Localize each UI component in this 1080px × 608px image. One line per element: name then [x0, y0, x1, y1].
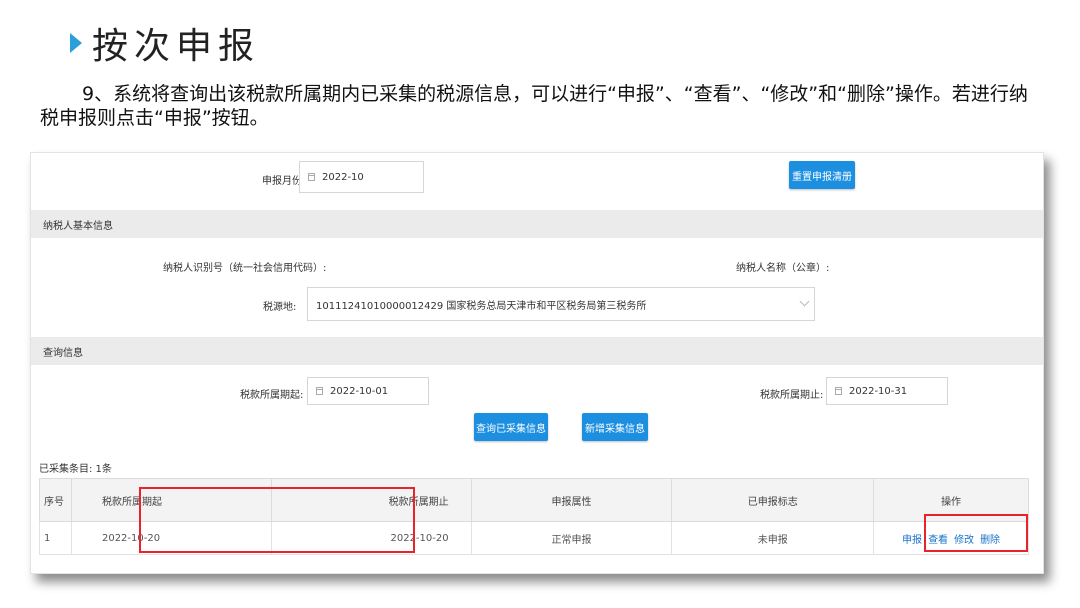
col-header-index: 序号 — [39, 478, 72, 522]
period-start-label: 税款所属期起: — [240, 390, 304, 401]
declare-link[interactable]: 申报 — [902, 535, 922, 546]
tax-source-value: 10111241010000012429 国家税务总局天津市和平区税务局第三税务… — [316, 300, 647, 312]
tax-source-label: 税源地: — [263, 302, 297, 313]
chevron-down-icon — [799, 296, 810, 307]
intro-paragraph: 9、系统将查询出该税款所属期内已采集的税源信息，可以进行“申报”、“查看”、“修… — [40, 83, 1028, 129]
period-end-label: 税款所属期止: — [760, 390, 824, 401]
calendar-icon — [308, 173, 315, 181]
slide-title: 按次申报 — [70, 18, 260, 68]
period-start-value: 2022-10-01 — [330, 385, 389, 397]
calendar-icon — [835, 387, 842, 395]
slide-title-text: 按次申报 — [92, 26, 261, 67]
operations-highlight-box — [924, 514, 1028, 552]
tax-declaration-panel: 申报月份: 2022-10 重置申报清册 纳税人基本信息 纳税人识别号（统一社会… — [30, 152, 1044, 574]
cell-attribute: 正常申报 — [470, 521, 673, 555]
period-value: 2022-10 — [322, 171, 364, 183]
period-field[interactable]: 2022-10 — [299, 161, 424, 193]
section-basic-info: 纳税人基本信息 — [31, 210, 1043, 238]
collected-count: 已采集条目: 1条 — [39, 464, 112, 475]
period-start-field[interactable]: 2022-10-01 — [307, 377, 429, 405]
cell-index: 1 — [39, 521, 72, 555]
tax-source-select[interactable]: 10111241010000012429 国家税务总局天津市和平区税务局第三税务… — [307, 287, 815, 321]
period-end-value: 2022-10-31 — [849, 385, 908, 397]
period-end-field[interactable]: 2022-10-31 — [826, 377, 948, 405]
taxpayer-id-label: 纳税人识别号（统一社会信用代码）: — [163, 263, 327, 274]
section-query-info: 查询信息 — [31, 337, 1043, 365]
col-header-status: 已申报标志 — [671, 478, 875, 522]
triangle-marker-icon — [70, 33, 82, 53]
period-highlight-box — [139, 487, 415, 553]
query-collected-button[interactable]: 查询已采集信息 — [474, 413, 548, 441]
taxpayer-name-label: 纳税人名称（公章）: — [736, 263, 830, 274]
reset-declaration-button[interactable]: 重置申报清册 — [789, 161, 855, 189]
col-header-attribute: 申报属性 — [470, 478, 673, 522]
calendar-icon — [316, 387, 323, 395]
add-collection-button[interactable]: 新增采集信息 — [582, 413, 648, 441]
cell-status: 未申报 — [671, 521, 875, 555]
